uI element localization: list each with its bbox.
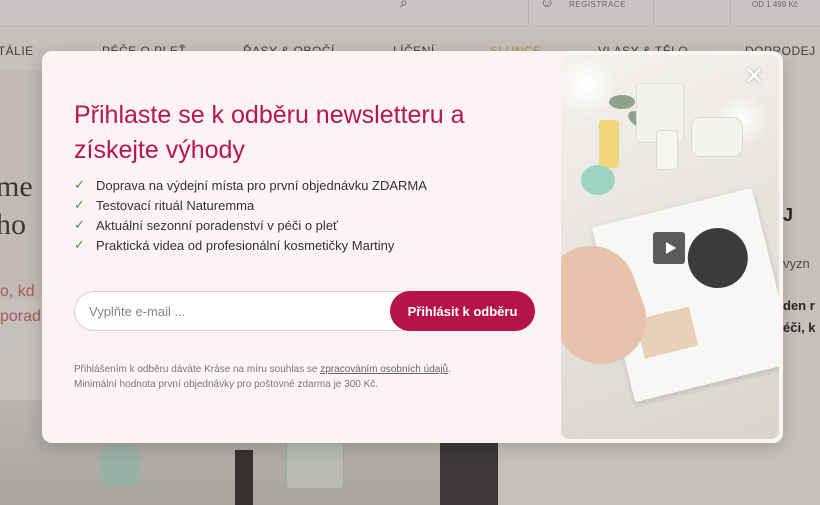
promo-video-panel: ✕ <box>561 55 779 439</box>
signup-form: Přihlásit k odběru <box>74 291 535 331</box>
gua-sha-stone <box>581 165 615 195</box>
subscribe-button[interactable]: Přihlásit k odběru <box>390 291 535 331</box>
benefit-item: ✓ Aktuální sezonní poradenství v péči o … <box>74 215 427 235</box>
product-bottle <box>656 130 678 170</box>
check-icon: ✓ <box>74 177 85 192</box>
product-jar <box>691 117 743 157</box>
legal-notice: Přihlášením k odběru dáváte Kráse na mír… <box>74 362 544 392</box>
booklet-graphic <box>681 221 755 295</box>
benefit-text: Aktuální sezonní poradenství v péči o pl… <box>96 217 338 233</box>
play-button[interactable] <box>653 232 685 264</box>
legal-text: Přihlášením k odběru dáváte Kráse na mír… <box>74 364 321 375</box>
product-bottle <box>599 120 619 168</box>
benefit-item: ✓ Praktická videa od profesionální kosme… <box>74 235 427 255</box>
benefits-list: ✓ Doprava na výdejní místa pro první obj… <box>74 175 427 255</box>
check-icon: ✓ <box>74 217 85 232</box>
benefit-text: Praktická videa od profesionální kosmeti… <box>96 237 395 253</box>
modal-title: Přihlaste se k odběru newsletteru a získ… <box>74 101 465 164</box>
benefit-text: Doprava na výdejní místa pro první objed… <box>96 177 427 193</box>
check-icon: ✓ <box>74 237 85 252</box>
email-field[interactable] <box>74 291 414 331</box>
privacy-link[interactable]: zpracováním osobních údajů <box>320 364 448 375</box>
legal-text: . <box>448 364 451 375</box>
legal-text: Minimální hodnota první objednávky pro p… <box>74 379 379 390</box>
check-icon: ✓ <box>74 197 85 212</box>
newsletter-modal: Přihlaste se k odběru newsletteru a získ… <box>42 51 783 443</box>
close-icon: ✕ <box>743 62 765 90</box>
benefit-text: Testovací rituál Naturemma <box>96 197 255 213</box>
eucalyptus-leaf <box>609 95 635 109</box>
play-icon <box>665 242 676 254</box>
close-button[interactable]: ✕ <box>743 62 765 90</box>
benefit-item: ✓ Doprava na výdejní místa pro první obj… <box>74 175 427 195</box>
benefit-item: ✓ Testovací rituál Naturemma <box>74 195 427 215</box>
